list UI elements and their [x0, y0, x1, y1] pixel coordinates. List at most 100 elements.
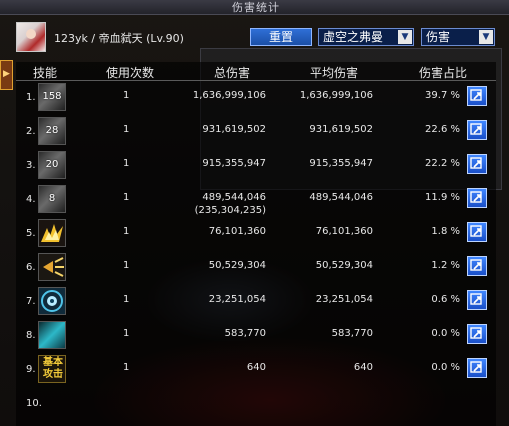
row-damage-share: 0.0 %	[431, 328, 460, 339]
row-average-damage: 931,619,502	[309, 124, 373, 135]
row-total-damage: 640	[246, 362, 266, 373]
table-row: 8. 1 583,770 583,770 0.0 %	[16, 320, 496, 352]
row-total-damage: 915,355,947	[202, 158, 266, 169]
row-damage-share: 0.0 %	[431, 362, 460, 373]
table-row: 4. 8 1 489,544,046 (235,304,235) 489,544…	[16, 184, 496, 216]
chevron-right-icon: ▶	[3, 69, 10, 79]
table-header: 技能 使用次数 总伤害 平均伤害 伤害占比	[16, 62, 496, 81]
table-row: 6. 1 50,529,304 50,529,304 1.2 %	[16, 252, 496, 284]
row-total-damage: 489,544,046	[202, 192, 266, 203]
table-row: 3. 20 1 915,355,947 915,355,947 22.2 %	[16, 150, 496, 182]
row-average-damage: 489,544,046	[309, 192, 373, 203]
row-total-damage-extra: (235,304,235)	[194, 205, 266, 216]
row-total-damage: 76,101,360	[208, 226, 266, 237]
row-damage-share: 0.6 %	[431, 294, 460, 305]
col-skill: 技能	[33, 66, 58, 80]
row-uses: 1	[123, 328, 130, 339]
type-select[interactable]: 伤害 ▼	[421, 28, 495, 46]
row-damage-share: 1.2 %	[431, 260, 460, 271]
chart-icon[interactable]	[467, 120, 487, 140]
dark-skill-icon: 28	[38, 117, 66, 145]
row-average-damage: 583,770	[331, 328, 373, 339]
col-damage-share: 伤害占比	[419, 66, 468, 80]
row-uses: 1	[123, 226, 130, 237]
row-total-damage: 583,770	[224, 328, 266, 339]
chevron-down-icon[interactable]: ▼	[479, 30, 493, 44]
player-avatar	[16, 22, 46, 52]
row-damage-share: 1.8 %	[431, 226, 460, 237]
col-average-damage: 平均伤害	[310, 66, 359, 80]
chart-icon[interactable]	[467, 256, 487, 276]
eye-skill-icon	[38, 287, 66, 315]
row-rank: 5.	[26, 228, 36, 239]
damage-stats-table: 技能 使用次数 总伤害 平均伤害 伤害占比 1. 158 1 1,636,999…	[16, 62, 496, 426]
table-row: 9. 基本攻击 1 640 640 0.0 %	[16, 354, 496, 386]
row-uses: 1	[123, 260, 130, 271]
target-select-value: 虚空之弗曼	[323, 30, 384, 44]
blue-skill-icon	[38, 321, 66, 349]
chart-icon[interactable]	[467, 290, 487, 310]
type-select-value: 伤害	[426, 30, 451, 44]
table-row: 1. 158 1 1,636,999,106 1,636,999,106 39.…	[16, 82, 496, 114]
row-total-damage: 50,529,304	[208, 260, 266, 271]
chart-icon[interactable]	[467, 154, 487, 174]
row-rank: 2.	[26, 126, 36, 137]
table-row: 5. 1 76,101,360 76,101,360 1.8 %	[16, 218, 496, 250]
row-average-damage: 1,636,999,106	[299, 90, 373, 101]
row-rank: 6.	[26, 262, 36, 273]
dark-skill-icon: 20	[38, 151, 66, 179]
row-average-damage: 915,355,947	[309, 158, 373, 169]
row-rank: 9.	[26, 364, 36, 375]
chart-icon[interactable]	[467, 86, 487, 106]
basic-attack-icon: 基本攻击	[38, 355, 66, 383]
chart-icon[interactable]	[467, 188, 487, 208]
table-row: 7. 1 23,251,054 23,251,054 0.6 %	[16, 286, 496, 318]
row-uses: 1	[123, 124, 130, 135]
chart-icon[interactable]	[467, 222, 487, 242]
player-name: 123yk / 帝血弑天 (Lv.90)	[54, 32, 184, 45]
row-total-damage: 931,619,502	[202, 124, 266, 135]
table-row: 10.	[16, 388, 496, 420]
row-damage-share: 11.9 %	[425, 192, 460, 203]
row-rank: 7.	[26, 296, 36, 307]
skill-level: 20	[45, 159, 59, 170]
col-total-damage: 总伤害	[214, 66, 251, 80]
row-damage-share: 22.6 %	[425, 124, 460, 135]
avatar-face	[26, 29, 36, 39]
row-average-damage: 50,529,304	[315, 260, 373, 271]
row-uses: 1	[123, 294, 130, 305]
row-rank: 8.	[26, 330, 36, 341]
row-rank: 1.	[26, 92, 36, 103]
row-uses: 1	[123, 158, 130, 169]
row-rank: 3.	[26, 160, 36, 171]
row-uses: 1	[123, 192, 130, 203]
skill-level: 28	[45, 125, 59, 136]
horn-skill-icon	[38, 253, 66, 281]
row-rank: 4.	[26, 194, 36, 205]
side-collapse-tab[interactable]: ▶	[0, 60, 13, 90]
window-titlebar: 伤害统计	[0, 0, 509, 15]
row-total-damage: 23,251,054	[208, 294, 266, 305]
row-uses: 1	[123, 362, 130, 373]
row-average-damage: 640	[353, 362, 373, 373]
table-row: 2. 28 1 931,619,502 931,619,502 22.6 %	[16, 116, 496, 148]
chart-icon[interactable]	[467, 358, 487, 378]
row-average-damage: 76,101,360	[315, 226, 373, 237]
row-damage-share: 22.2 %	[425, 158, 460, 169]
reset-button[interactable]: 重置	[250, 28, 312, 46]
dark-skill-icon: 8	[38, 185, 66, 213]
row-rank: 10.	[26, 398, 42, 409]
row-uses: 1	[123, 90, 130, 101]
target-select[interactable]: 虚空之弗曼 ▼	[318, 28, 414, 46]
basic-attack-icon-label: 基本攻击	[43, 357, 63, 380]
chart-icon[interactable]	[467, 324, 487, 344]
row-total-damage: 1,636,999,106	[192, 90, 266, 101]
row-damage-share: 39.7 %	[425, 90, 460, 101]
lightning-skill-icon	[38, 219, 66, 247]
window-title: 伤害统计	[232, 1, 280, 14]
row-average-damage: 23,251,054	[315, 294, 373, 305]
skill-level: 8	[48, 193, 56, 204]
skill-level: 158	[42, 91, 62, 102]
chevron-down-icon[interactable]: ▼	[398, 30, 412, 44]
dark-skill-icon: 158	[38, 83, 66, 111]
